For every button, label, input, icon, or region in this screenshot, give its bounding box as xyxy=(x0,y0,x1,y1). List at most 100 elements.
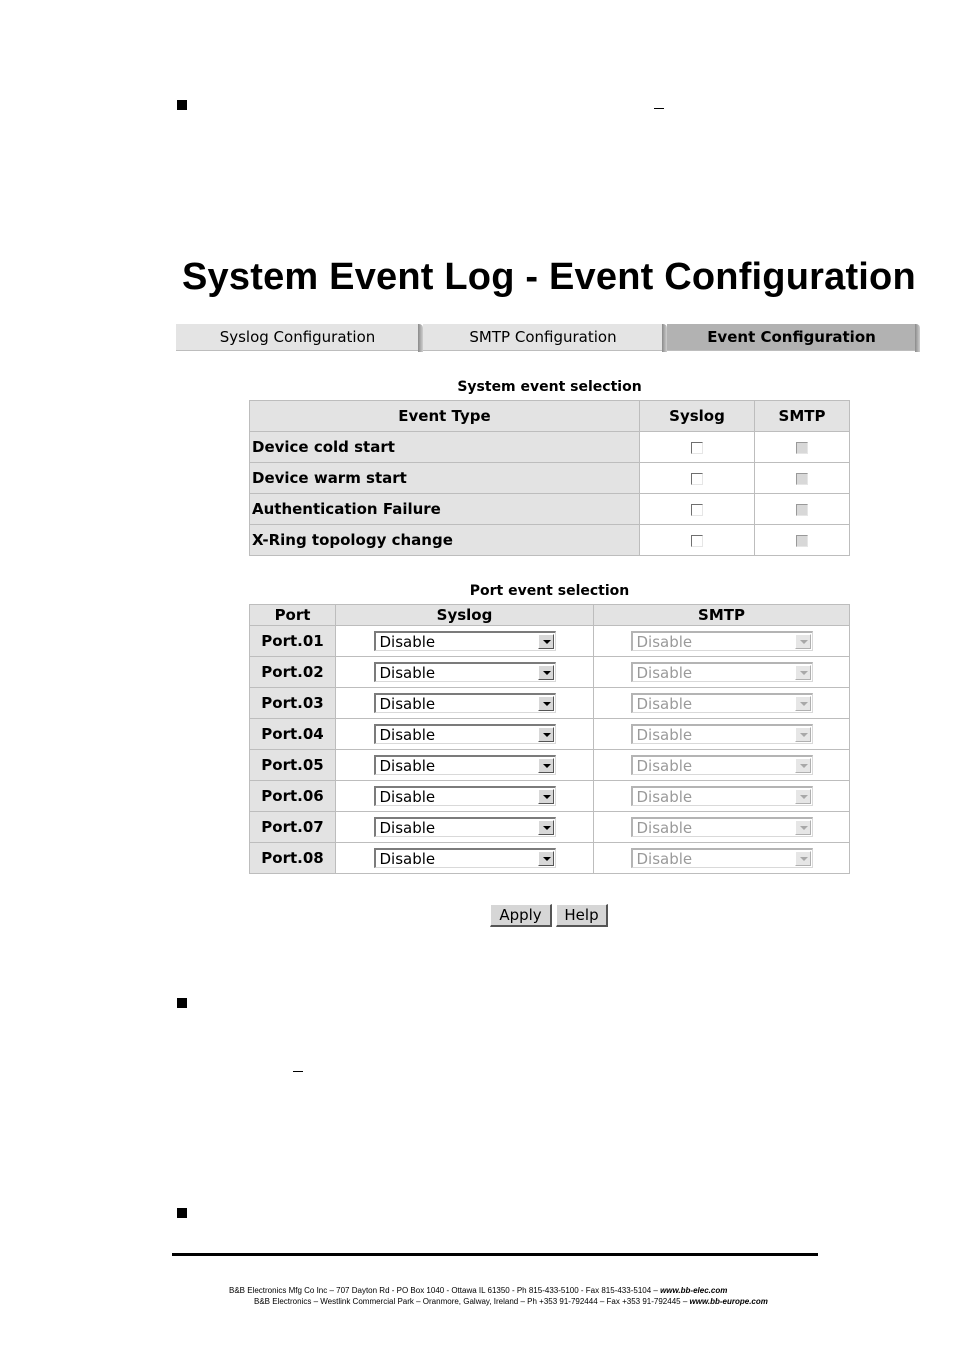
port-label: Port.03 xyxy=(249,687,336,719)
dropdown-arrow-icon[interactable] xyxy=(537,665,554,680)
tab-syslog-configuration[interactable]: Syslog Configuration xyxy=(176,324,423,352)
system-event-table: Event Type Syslog SMTP Device cold start… xyxy=(249,400,850,556)
smtp-select: Disable xyxy=(630,755,813,775)
select-value: Disable xyxy=(636,695,693,713)
select-value: Disable xyxy=(636,788,693,806)
table-row: Port.01 Disable Disable xyxy=(249,625,850,657)
port-label: Port.06 xyxy=(249,780,336,812)
event-label: Device warm start xyxy=(249,462,640,494)
smtp-checkbox xyxy=(796,503,808,516)
port-event-table: Port Syslog SMTP Port.01 Disable Disable… xyxy=(249,604,850,874)
bullet-marker xyxy=(177,100,187,110)
smtp-select: Disable xyxy=(630,693,813,713)
dropdown-arrow-icon[interactable] xyxy=(537,727,554,742)
system-event-caption: System event selection xyxy=(457,379,642,395)
syslog-select[interactable]: Disable xyxy=(373,693,556,713)
dropdown-arrow-icon[interactable] xyxy=(537,820,554,835)
dash-mark xyxy=(654,108,664,109)
footer-rule xyxy=(172,1253,818,1256)
smtp-select: Disable xyxy=(630,786,813,806)
syslog-header: Syslog xyxy=(335,604,594,626)
dropdown-arrow-icon xyxy=(794,727,811,742)
tab-label: Syslog Configuration xyxy=(219,328,376,346)
dropdown-arrow-icon[interactable] xyxy=(537,758,554,773)
port-label: Port.02 xyxy=(249,656,336,688)
select-value: Disable xyxy=(636,757,693,775)
bullet-marker xyxy=(177,1208,187,1218)
footer-line-us: B&B Electronics Mfg Co Inc – 707 Dayton … xyxy=(229,1286,727,1295)
help-button[interactable]: Help xyxy=(556,904,608,927)
smtp-header: SMTP xyxy=(593,604,850,626)
syslog-select[interactable]: Disable xyxy=(373,817,556,837)
smtp-checkbox xyxy=(796,441,808,454)
table-row: Port.02 Disable Disable xyxy=(249,656,850,688)
tab-event-configuration[interactable]: Event Configuration xyxy=(667,324,920,352)
footer-text: B&B Electronics Mfg Co Inc – 707 Dayton … xyxy=(229,1286,661,1295)
select-value: Disable xyxy=(636,633,693,651)
port-label: Port.07 xyxy=(249,811,336,843)
syslog-checkbox[interactable] xyxy=(691,441,703,454)
syslog-header: Syslog xyxy=(639,400,755,432)
table-row: Port.04 Disable Disable xyxy=(249,718,850,750)
footer-url[interactable]: www.bb-europe.com xyxy=(690,1297,768,1306)
select-value: Disable xyxy=(379,819,436,837)
table-row: Device warm start xyxy=(249,462,850,494)
syslog-select[interactable]: Disable xyxy=(373,755,556,775)
select-value: Disable xyxy=(379,695,436,713)
smtp-header: SMTP xyxy=(754,400,850,432)
select-value: Disable xyxy=(636,819,693,837)
syslog-checkbox[interactable] xyxy=(691,534,703,547)
select-value: Disable xyxy=(636,850,693,868)
smtp-select: Disable xyxy=(630,817,813,837)
port-label: Port.01 xyxy=(249,625,336,657)
table-row: Port.05 Disable Disable xyxy=(249,749,850,781)
dropdown-arrow-icon xyxy=(794,634,811,649)
tab-bar: Syslog Configuration SMTP Configuration … xyxy=(176,324,920,352)
smtp-checkbox xyxy=(796,472,808,485)
footer-url[interactable]: www.bb-elec.com xyxy=(660,1286,727,1295)
event-type-header: Event Type xyxy=(249,400,640,432)
tab-smtp-configuration[interactable]: SMTP Configuration xyxy=(423,324,667,352)
table-row: Port.07 Disable Disable xyxy=(249,811,850,843)
syslog-select[interactable]: Disable xyxy=(373,631,556,651)
syslog-select[interactable]: Disable xyxy=(373,662,556,682)
syslog-checkbox[interactable] xyxy=(691,472,703,485)
syslog-select[interactable]: Disable xyxy=(373,724,556,744)
syslog-checkbox[interactable] xyxy=(691,503,703,516)
bullet-marker xyxy=(177,998,187,1008)
tab-label: SMTP Configuration xyxy=(469,328,617,346)
port-event-caption: Port event selection xyxy=(469,583,630,599)
select-value: Disable xyxy=(636,664,693,682)
dropdown-arrow-icon[interactable] xyxy=(537,634,554,649)
select-value: Disable xyxy=(379,850,436,868)
syslog-select[interactable]: Disable xyxy=(373,786,556,806)
table-row: Port.08 Disable Disable xyxy=(249,842,850,874)
dropdown-arrow-icon xyxy=(794,789,811,804)
dropdown-arrow-icon[interactable] xyxy=(537,789,554,804)
select-value: Disable xyxy=(379,664,436,682)
smtp-select: Disable xyxy=(630,662,813,682)
select-value: Disable xyxy=(379,788,436,806)
footer-line-eu: B&B Electronics – Westlink Commercial Pa… xyxy=(254,1297,768,1306)
dash-mark xyxy=(293,1071,303,1072)
syslog-select[interactable]: Disable xyxy=(373,848,556,868)
table-row: Port.03 Disable Disable xyxy=(249,687,850,719)
dropdown-arrow-icon xyxy=(794,758,811,773)
port-header: Port xyxy=(249,604,336,626)
footer-text: B&B Electronics – Westlink Commercial Pa… xyxy=(254,1297,690,1306)
port-label: Port.05 xyxy=(249,749,336,781)
select-value: Disable xyxy=(379,726,436,744)
table-row: Device cold start xyxy=(249,431,850,463)
dropdown-arrow-icon xyxy=(794,696,811,711)
dropdown-arrow-icon xyxy=(794,820,811,835)
port-label: Port.04 xyxy=(249,718,336,750)
smtp-select: Disable xyxy=(630,631,813,651)
smtp-select: Disable xyxy=(630,724,813,744)
dropdown-arrow-icon xyxy=(794,665,811,680)
select-value: Disable xyxy=(636,726,693,744)
dropdown-arrow-icon[interactable] xyxy=(537,851,554,866)
dropdown-arrow-icon xyxy=(794,851,811,866)
apply-button[interactable]: Apply xyxy=(490,904,552,927)
dropdown-arrow-icon[interactable] xyxy=(537,696,554,711)
port-label: Port.08 xyxy=(249,842,336,874)
